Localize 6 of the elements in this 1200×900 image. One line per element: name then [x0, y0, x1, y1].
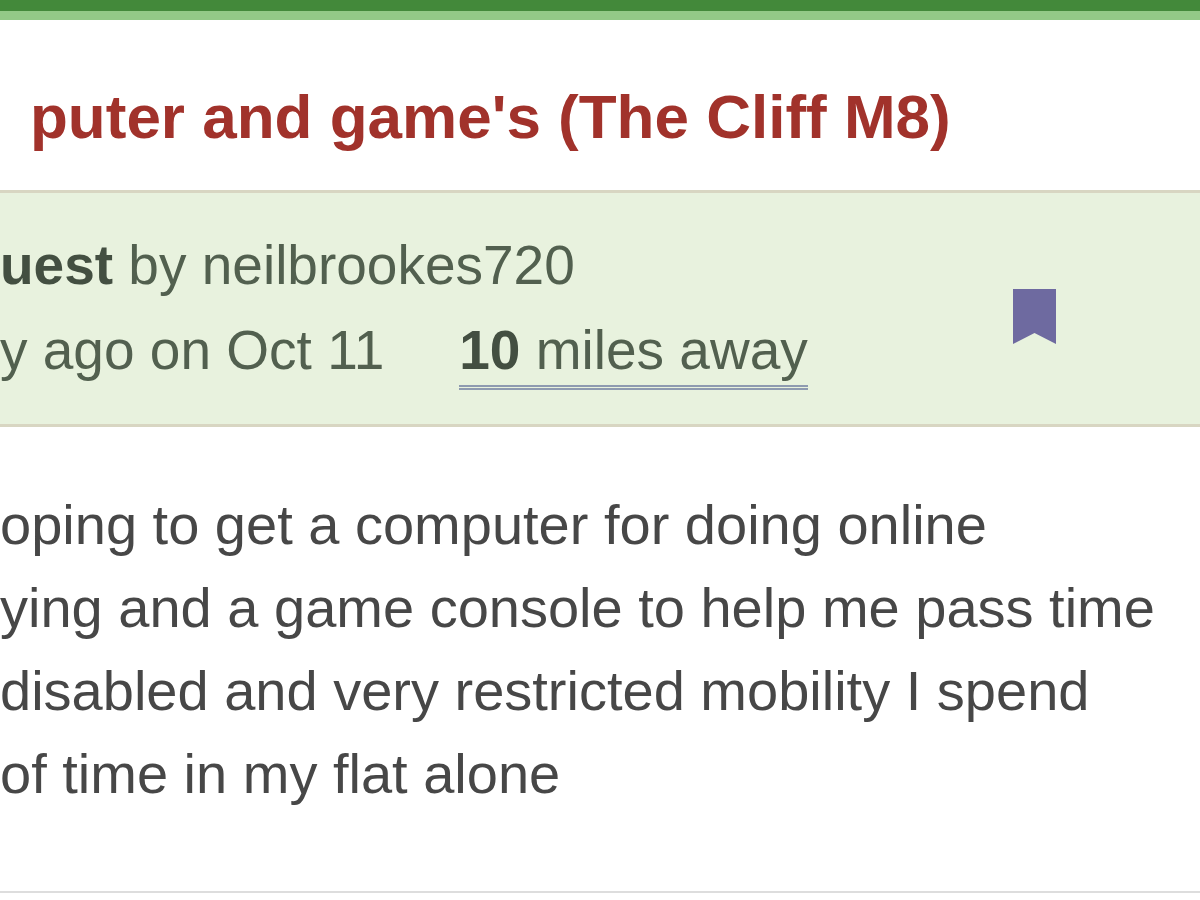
- bookmark-icon[interactable]: [1013, 289, 1056, 344]
- distance-link[interactable]: 10 miles away: [459, 321, 808, 390]
- posted-date: y ago on Oct 11: [0, 318, 385, 383]
- post-byline: uest by neilbrookes720: [0, 233, 576, 298]
- post-title: puter and game's (The Cliff M8): [30, 82, 951, 152]
- post-description: oping to get a computer for doing online ying and a game console to help me pass time disabled and very restricted mobility I spend of time in my flat alone: [0, 492, 1156, 807]
